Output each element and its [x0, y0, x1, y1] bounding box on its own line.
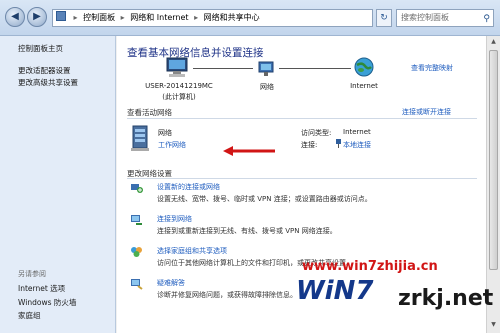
internet-options-link[interactable]: Internet 选项	[18, 283, 65, 294]
watermark-logo: WiN7	[296, 276, 374, 306]
connections-label: 连接:	[301, 141, 318, 149]
access-type-value: Internet	[343, 128, 371, 136]
computer-icon	[166, 57, 188, 77]
network-icon	[258, 61, 274, 76]
globe-icon	[354, 57, 374, 77]
internet-node-label: Internet	[350, 82, 378, 90]
control-panel-home-link[interactable]: 控制面板主页	[18, 43, 63, 54]
connect-network-icon	[131, 215, 142, 225]
refresh-button[interactable]: ↻	[376, 9, 392, 27]
watermark-site: zrkj.net	[398, 286, 494, 311]
address-bar: ◀ ▶ ▸ 控制面板 ▸ 网络和 Internet ▸ 网络和共享中心 ↻ 搜索…	[0, 0, 500, 36]
computer-name: USER-20141219MC	[145, 82, 213, 90]
back-button[interactable]: ◀	[5, 7, 25, 27]
search-icon[interactable]: ⚲	[483, 11, 490, 27]
work-network-icon	[131, 125, 149, 151]
change-adapter-settings-link[interactable]: 更改适配器设置	[18, 65, 71, 76]
control-panel-icon	[56, 11, 66, 21]
troubleshoot-icon	[131, 279, 143, 290]
search-input[interactable]: 搜索控制面板 ⚲	[396, 9, 494, 27]
map-link-network-internet	[279, 68, 351, 69]
network-type-link[interactable]: 工作网络	[158, 140, 186, 150]
ethernet-icon	[336, 139, 341, 148]
address-box[interactable]: ▸ 控制面板 ▸ 网络和 Internet ▸ 网络和共享中心	[52, 9, 373, 27]
network-node-label: 网络	[260, 83, 274, 91]
network-sharing-center-window: ◀ ▶ ▸ 控制面板 ▸ 网络和 Internet ▸ 网络和共享中心 ↻ 搜索…	[0, 0, 500, 333]
breadcrumb-control-panel[interactable]: 控制面板	[83, 13, 115, 22]
see-also-heading: 另请参阅	[18, 270, 46, 278]
change-advanced-sharing-link[interactable]: 更改高级共享设置	[18, 77, 78, 88]
computer-sub-label: (此计算机)	[162, 93, 196, 101]
connect-to-network-desc: 连接到或重新连接到无线、有线、拨号或 VPN 网络连接。	[157, 227, 337, 235]
breadcrumb-separator-icon: ▸	[73, 13, 78, 22]
breadcrumb-separator-icon: ▸	[120, 13, 125, 22]
annotation-arrow-icon	[223, 146, 275, 156]
connect-to-network-link[interactable]: 连接到网络	[157, 214, 192, 224]
windows-firewall-link[interactable]: Windows 防火墙	[18, 297, 76, 308]
forward-button[interactable]: ▶	[27, 7, 47, 27]
homegroup-icon	[131, 247, 142, 257]
homegroup-link[interactable]: 家庭组	[18, 310, 41, 321]
local-connection-link[interactable]: 本地连接	[343, 140, 371, 150]
breadcrumb-network-internet[interactable]: 网络和 Internet	[130, 13, 188, 22]
scroll-up-icon[interactable]: ▲	[489, 38, 498, 48]
setup-new-connection-link[interactable]: 设置新的连接或网络	[157, 182, 220, 192]
homegroup-sharing-link[interactable]: 选择家庭组和共享选项	[157, 246, 227, 256]
active-network-name: 网络	[158, 129, 172, 137]
watermark-url: www.win7zhijia.cn	[302, 259, 438, 274]
breadcrumb-network-sharing-center[interactable]: 网络和共享中心	[204, 13, 260, 22]
page-title: 查看基本网络信息并设置连接	[127, 47, 264, 59]
map-link-computer-network	[193, 68, 253, 69]
divider	[127, 118, 477, 119]
troubleshoot-desc: 诊断并修复网络问题，或获得故障排除信息。	[157, 291, 297, 299]
active-networks-heading: 查看活动网络	[127, 108, 172, 117]
access-type-label: 访问类型:	[301, 129, 332, 137]
view-full-map-link[interactable]: 查看完整映射	[411, 63, 453, 73]
divider	[127, 178, 477, 179]
left-navigation-pane: 控制面板主页 更改适配器设置 更改高级共享设置 另请参阅 Internet 选项…	[0, 36, 116, 333]
breadcrumb-separator-icon: ▸	[194, 13, 199, 22]
new-connection-icon	[131, 184, 143, 193]
troubleshoot-link[interactable]: 疑难解答	[157, 278, 185, 288]
setup-new-connection-desc: 设置无线、宽带、拨号、临时或 VPN 连接；或设置路由器或访问点。	[157, 195, 372, 203]
search-placeholder: 搜索控制面板	[401, 13, 449, 22]
scroll-down-icon[interactable]: ▼	[489, 321, 498, 331]
scroll-thumb[interactable]	[489, 50, 498, 270]
connect-disconnect-link[interactable]: 连接或断开连接	[402, 107, 451, 117]
